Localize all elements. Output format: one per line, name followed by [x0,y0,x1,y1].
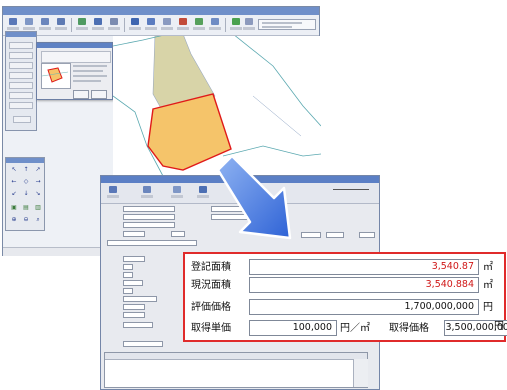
toolbar-button-10[interactable] [161,17,173,32]
dialog-thumbnail [41,63,71,89]
registered-area-field[interactable]: 3,540.87 [249,259,479,275]
toolbar-button-12[interactable] [193,17,205,32]
side-panel-item[interactable] [9,82,33,89]
toolbar-button-11[interactable] [177,17,189,32]
pan-down-right-icon[interactable]: ↘ [34,190,42,198]
gis-title-bar [3,7,319,15]
info-dialog [36,42,113,100]
pan-up-left-icon[interactable]: ↖ [10,166,18,174]
side-panel-item[interactable] [9,102,33,109]
pan-left-icon[interactable]: ← [10,178,18,186]
pan-up-icon[interactable]: ↑ [22,166,30,174]
dialog-ok-button[interactable] [73,90,89,99]
search-icon[interactable]: ⌕ [34,216,42,224]
zoom-in-icon[interactable]: ⊕ [10,216,18,224]
pan-right-icon[interactable]: → [34,178,42,186]
form-undo-button[interactable] [171,185,183,200]
unit-price-unit: 円／㎡ [340,323,370,334]
table-scrollbar[interactable] [353,359,368,387]
pan-up-right-icon[interactable]: ↗ [34,166,42,174]
history-table [104,352,368,388]
current-area-field[interactable]: 3,540.884 [249,277,479,293]
toolbar-button-6[interactable] [92,17,104,32]
zoom-layer-icon[interactable]: ▥ [34,204,42,212]
side-panel-item[interactable] [9,42,33,49]
acquisition-price-unit: 円 [494,321,504,332]
unit-price-label: 取得単価 [191,323,231,334]
side-panel-item[interactable] [9,72,33,79]
side-panel-close-button[interactable] [13,116,31,123]
toolbar-separator [124,18,125,32]
layer-selector[interactable] [258,19,316,30]
registered-area-unit: ㎡ [483,262,493,273]
registered-area-row: 登記面積 3,540.87 ㎡ [191,259,501,276]
side-panel-item[interactable] [9,52,33,59]
toolbar-button-2[interactable] [23,17,35,32]
pan-down-left-icon[interactable]: ↙ [10,190,18,198]
toolbar-button-7[interactable] [108,17,120,32]
zoom-callout-panel: 登記面積 3,540.87 ㎡ 現況面積 3,540.884 ㎡ 評価価格 1,… [183,252,507,342]
toolbar-separator [225,18,226,32]
zoom-window-icon[interactable]: ▣ [10,204,18,212]
toolbar-button-13[interactable] [209,17,221,32]
side-panel-item[interactable] [9,92,33,99]
registered-area-label: 登記面積 [191,262,231,273]
appraisal-value-label: 評価価格 [191,302,231,313]
toolbar-separator [71,18,72,32]
appraisal-value-field[interactable]: 1,700,000,000 [249,299,479,315]
toolbar-button-5[interactable] [76,17,88,32]
layer-side-panel [5,31,37,131]
acquisition-price-label: 取得価格 [389,323,429,334]
price-row: 取得単価 100,000 円／㎡ 取得価格 3,500,000,000 [191,320,507,337]
toolbar-button-8[interactable] [129,17,141,32]
unit-price-field[interactable]: 100,000 [249,320,337,336]
side-panel-item[interactable] [9,62,33,69]
form-close-button[interactable] [107,185,119,200]
toolbar-button-3[interactable] [39,17,51,32]
form-map-button[interactable] [197,185,209,200]
toolbar-button-9[interactable] [145,17,157,32]
toolbar-button-14[interactable] [230,17,242,32]
current-area-row: 現況面積 3,540.884 ㎡ [191,277,501,294]
toolbar-button-1[interactable] [7,17,19,32]
gis-toolbar [3,15,319,36]
toolbar-button-15[interactable] [243,17,255,32]
current-area-unit: ㎡ [483,280,493,291]
form-save-button[interactable] [141,185,153,200]
zoom-out-icon[interactable]: ⊖ [22,216,30,224]
down-right-arrow-icon [216,154,292,240]
appraisal-value-row: 評価価格 1,700,000,000 円 [191,299,501,316]
dialog-cancel-button[interactable] [91,90,107,99]
zoom-extent-icon[interactable]: ▤ [22,204,30,212]
pan-down-icon[interactable]: ↓ [22,190,30,198]
dialog-header-field [41,51,111,63]
current-area-label: 現況面積 [191,280,231,291]
navigation-panel: ↖ ↑ ↗ ← ◇ → ↙ ↓ ↘ ▣ ▤ ▥ ⊕ ⊖ ⌕ [5,157,45,231]
toolbar-button-4[interactable] [55,17,67,32]
center-icon[interactable]: ◇ [22,178,30,186]
appraisal-value-unit: 円 [483,302,493,313]
